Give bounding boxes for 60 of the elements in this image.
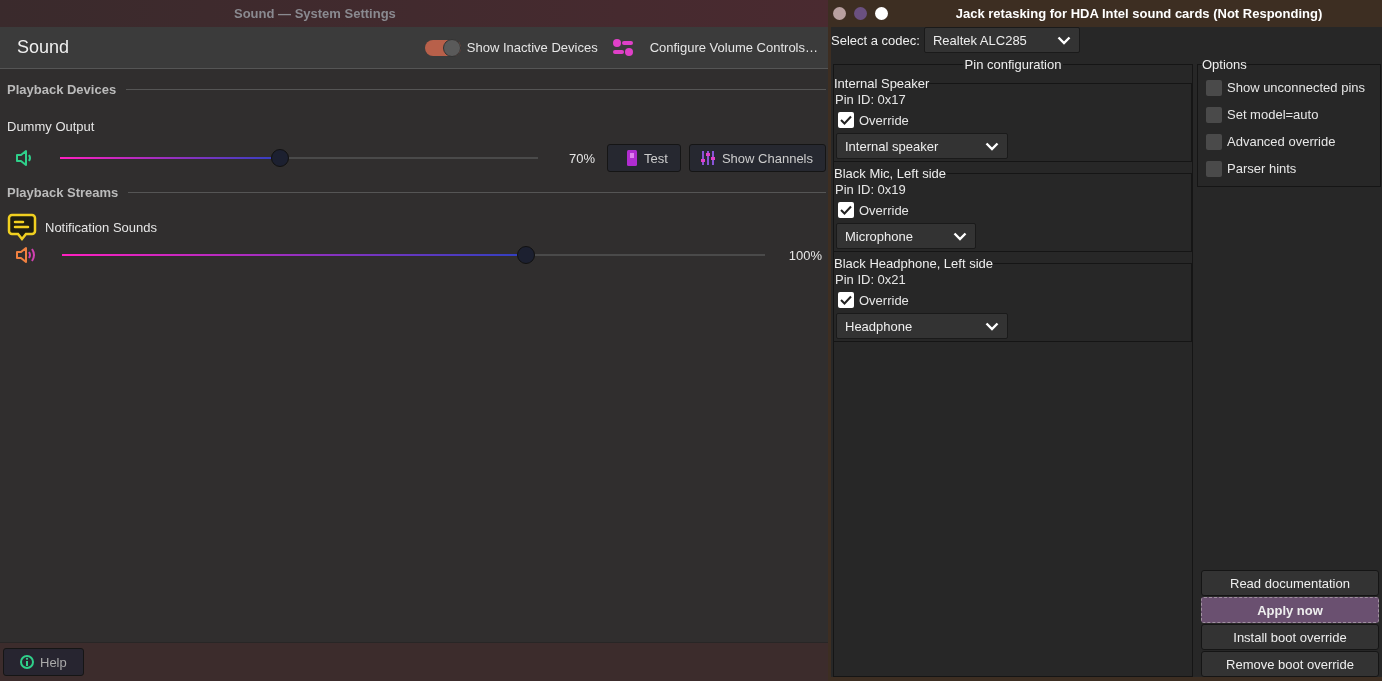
checkbox-label: Set model=auto [1227, 107, 1319, 122]
section-heading: Playback Streams [7, 185, 119, 200]
codec-label: Select a codec: [831, 32, 920, 48]
volume-percent: 100% [787, 247, 822, 263]
slider-handle[interactable] [516, 246, 535, 264]
pin-id: Pin ID: 0x17 [834, 91, 907, 109]
chevron-down-icon [985, 321, 999, 331]
checkbox-label: Parser hints [1227, 161, 1297, 176]
action-button[interactable]: Apply now [1201, 597, 1379, 623]
checkbox[interactable] [1206, 133, 1222, 150]
pin-type-dropdown[interactable]: Microphone [836, 223, 976, 249]
show-channels-button[interactable]: Show Channels [688, 144, 826, 172]
volume-percent: 70% [568, 150, 596, 166]
checkbox-label: Override [859, 292, 909, 308]
checkbox[interactable] [838, 292, 854, 308]
stream-name: Notification Sounds [45, 219, 157, 235]
device-name: Dummy Output [7, 119, 96, 134]
chevron-down-icon [985, 141, 999, 151]
info-icon [20, 655, 34, 669]
pin-name: Black Mic, Left side [834, 166, 946, 181]
checkbox[interactable] [1206, 79, 1222, 96]
sliders-icon [699, 150, 716, 166]
device-icon [626, 150, 639, 166]
slider-handle[interactable] [270, 149, 289, 167]
checkbox-label: Show unconnected pins [1227, 80, 1366, 95]
window-control-icon[interactable] [833, 7, 846, 20]
pin-type-dropdown[interactable]: Headphone [836, 313, 1008, 339]
message-bubble-icon [7, 212, 37, 242]
checkbox-label: Override [859, 112, 909, 128]
panel-title: Pin configuration [963, 57, 1063, 72]
window-title: Jack retasking for HDA Intel sound cards (Not Responding) [954, 6, 1324, 21]
test-button[interactable]: Test [607, 144, 681, 172]
checkbox[interactable] [838, 202, 854, 218]
action-button[interactable]: Remove boot override [1201, 651, 1379, 677]
chevron-down-icon [1056, 35, 1071, 45]
action-button[interactable]: Read documentation [1201, 570, 1379, 596]
toggle-switch[interactable] [424, 39, 461, 56]
pin-id: Pin ID: 0x19 [834, 181, 907, 199]
window-title: Sound — System Settings [234, 6, 396, 21]
codec-dropdown[interactable]: Realtek ALC285 [923, 27, 1080, 53]
window-control-icon[interactable] [875, 7, 888, 20]
help-button[interactable]: Help [3, 648, 84, 676]
pin-id: Pin ID: 0x21 [834, 271, 907, 289]
action-button[interactable]: Install boot override [1201, 624, 1379, 650]
toggles-icon [611, 38, 634, 57]
speaker-icon [15, 246, 37, 264]
panel-title: Options [1202, 57, 1247, 72]
checkbox-label: Override [859, 202, 909, 218]
checkbox[interactable] [1206, 106, 1222, 123]
checkbox-label: Advanced override [1227, 134, 1336, 149]
chevron-down-icon [953, 231, 967, 241]
toggle-label: Show Inactive Devices [466, 40, 598, 55]
configure-volume-controls-button[interactable]: Configure Volume Controls… [647, 38, 820, 57]
pin-name: Black Headphone, Left side [834, 256, 993, 271]
checkbox[interactable] [838, 112, 854, 128]
pin-type-dropdown[interactable]: Internal speaker [836, 133, 1008, 159]
checkbox[interactable] [1206, 160, 1222, 177]
section-heading: Playback Devices [7, 82, 117, 97]
page-title: Sound [17, 37, 70, 58]
pin-name: Internal Speaker [834, 76, 930, 91]
